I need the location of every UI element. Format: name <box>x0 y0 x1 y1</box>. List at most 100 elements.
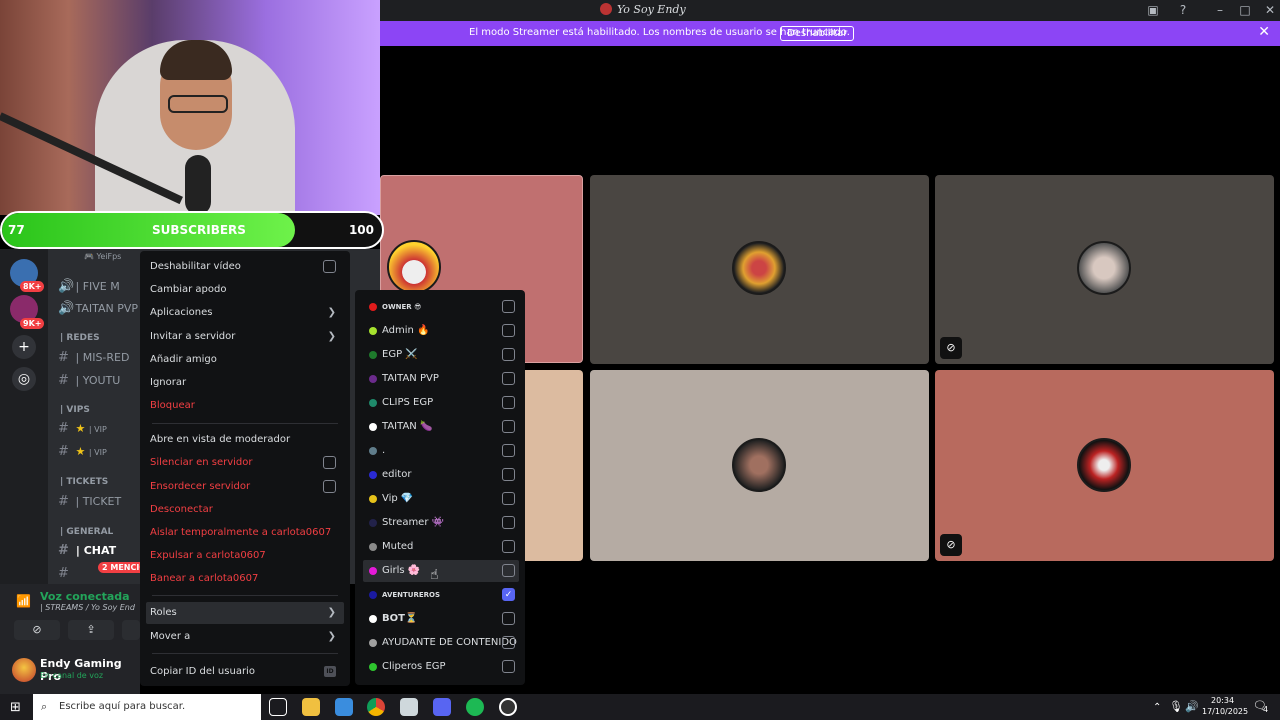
menu-item-timeout[interactable]: Aislar temporalmente a carlota0607 <box>146 522 344 544</box>
role-item[interactable]: BOT⏳ <box>363 608 519 630</box>
role-item[interactable]: CLIPS EGP <box>363 392 519 414</box>
close-banner-icon[interactable]: ✕ <box>1258 24 1270 40</box>
screen-share-button[interactable]: ⇪ <box>68 620 114 640</box>
role-color-dot <box>369 447 377 455</box>
role-checkbox[interactable] <box>502 660 515 673</box>
task-view-icon[interactable] <box>269 698 287 716</box>
avatar[interactable] <box>12 658 36 682</box>
role-checkbox[interactable] <box>502 300 515 313</box>
minimize-button[interactable]: – <box>1212 3 1228 18</box>
role-item[interactable]: AYUDANTE DE CONTENIDO <box>363 632 519 654</box>
windows-start-icon[interactable]: ⊞ <box>10 700 21 715</box>
menu-item-server-mute[interactable]: Silenciar en servidor <box>146 452 344 474</box>
clock-date[interactable]: 17/10/2025 <box>1202 707 1248 716</box>
role-item[interactable]: EGP ⚔️ <box>363 344 519 366</box>
menu-item-move-to[interactable]: Mover a ❯ <box>146 626 344 648</box>
menu-item-add-friend[interactable]: Añadir amigo <box>146 349 344 371</box>
subscriber-label: SUBSCRIBERS <box>152 223 246 237</box>
checkbox[interactable] <box>323 260 336 273</box>
role-checkbox[interactable] <box>502 564 515 577</box>
role-item[interactable]: Admin 🔥 <box>363 320 519 342</box>
chrome-icon[interactable] <box>367 698 385 716</box>
role-item[interactable]: TAITAN 🍆 <box>363 416 519 438</box>
role-checkbox-checked[interactable]: ✓ <box>502 588 515 601</box>
menu-item-ignore[interactable]: Ignorar <box>146 372 344 394</box>
stage-tile-5[interactable] <box>590 370 929 561</box>
role-checkbox[interactable] <box>502 516 515 529</box>
app-icon[interactable] <box>400 698 418 716</box>
tray-chevron-icon[interactable]: ⌃ <box>1153 702 1161 713</box>
role-item[interactable]: Vip 💎 <box>363 488 519 510</box>
role-item[interactable]: Streamer 👾 <box>363 512 519 534</box>
taskbar-search-input[interactable]: ⌕ Escribe aquí para buscar. <box>33 694 261 720</box>
role-checkbox[interactable] <box>502 612 515 625</box>
maximize-button[interactable]: □ <box>1237 3 1253 18</box>
menu-item-block[interactable]: Bloquear <box>146 395 344 417</box>
text-channel[interactable]: # ★ | VIP <box>58 444 107 459</box>
role-checkbox[interactable] <box>502 396 515 409</box>
clock-time[interactable]: 20:34 <box>1211 696 1234 705</box>
role-item[interactable]: AVENTUREROS ✓ <box>363 584 519 606</box>
role-checkbox[interactable] <box>502 324 515 337</box>
menu-item-invite[interactable]: Invitar a servidor ❯ <box>146 326 344 348</box>
camera-toggle-button[interactable]: ⊘ <box>14 620 60 640</box>
category-redes[interactable]: | REDES <box>60 333 100 343</box>
role-item[interactable]: TAITAN PVP <box>363 368 519 390</box>
role-checkbox[interactable] <box>502 636 515 649</box>
menu-item-roles[interactable]: Roles ❯ <box>146 602 344 624</box>
help-icon[interactable]: ? <box>1175 3 1191 18</box>
menu-item-ban[interactable]: Banear a carlota0607 <box>146 568 344 590</box>
role-checkbox[interactable] <box>502 372 515 385</box>
role-checkbox[interactable] <box>502 492 515 505</box>
role-checkbox[interactable] <box>502 444 515 457</box>
discord-icon[interactable] <box>433 698 451 716</box>
text-channel[interactable]: # | MIS-RED <box>58 350 129 365</box>
volume-icon[interactable]: 🔊 <box>1185 700 1199 713</box>
stage-tile-3[interactable]: ⊘ <box>935 175 1274 364</box>
category-tickets[interactable]: | TICKETS <box>60 477 108 487</box>
close-window-button[interactable]: ✕ <box>1262 3 1278 18</box>
checkbox[interactable] <box>323 456 336 469</box>
menu-separator <box>152 653 338 654</box>
checkbox[interactable] <box>323 480 336 493</box>
activities-button[interactable] <box>122 620 140 640</box>
role-item[interactable]: editor <box>363 464 519 486</box>
role-checkbox[interactable] <box>502 540 515 553</box>
spotify-icon[interactable] <box>466 698 484 716</box>
voice-channel[interactable]: 🔊 TAITAN PVP <box>58 301 138 316</box>
file-explorer-icon[interactable] <box>302 698 320 716</box>
category-vips[interactable]: | VIPS <box>60 405 90 415</box>
inbox-icon[interactable]: ▣ <box>1145 3 1161 18</box>
menu-item-server-deafen[interactable]: Ensordecer servidor <box>146 476 344 498</box>
text-channel[interactable]: # | TICKET <box>58 494 121 509</box>
role-item[interactable]: Muted <box>363 536 519 558</box>
menu-item-copy-user-id[interactable]: Copiar ID del usuario ID <box>146 661 344 683</box>
menu-item-disconnect[interactable]: Desconectar <box>146 499 344 521</box>
role-item[interactable]: . <box>363 440 519 462</box>
stage-tile-2[interactable] <box>590 175 929 364</box>
text-channel-chat[interactable]: # | CHAT <box>58 543 116 558</box>
category-general[interactable]: | GENERAL <box>60 527 113 537</box>
voice-channel[interactable]: 🔊 | FIVE M <box>58 279 120 294</box>
store-icon[interactable] <box>335 698 353 716</box>
menu-item-mod-view[interactable]: Abre en vista de moderador <box>146 429 344 451</box>
role-checkbox[interactable] <box>502 420 515 433</box>
text-channel[interactable]: # | YOUTU <box>58 373 120 388</box>
disable-streamer-mode-button[interactable]: Deshabilitar <box>780 26 855 41</box>
menu-item-change-nickname[interactable]: Cambiar apodo <box>146 279 344 301</box>
add-server-icon[interactable]: + <box>12 335 36 359</box>
role-checkbox[interactable] <box>502 348 515 361</box>
stage-tile-6[interactable]: ⊘ <box>935 370 1274 561</box>
menu-item-disable-video[interactable]: Deshabilitar vídeo <box>146 256 344 278</box>
voice-member[interactable]: 🎮 YeiFps <box>84 252 121 261</box>
text-channel[interactable]: # ★ | VIP <box>58 421 107 436</box>
obs-icon[interactable] <box>499 698 517 716</box>
menu-item-kick[interactable]: Expulsar a carlota0607 <box>146 545 344 567</box>
role-item[interactable]: Cliperos EGP <box>363 656 519 678</box>
explore-servers-icon[interactable]: ◎ <box>12 367 36 391</box>
role-checkbox[interactable] <box>502 468 515 481</box>
role-item[interactable]: OWNER 😎 <box>363 296 519 318</box>
menu-item-apps[interactable]: Aplicaciones ❯ <box>146 302 344 324</box>
microphone-icon[interactable]: 🎙 <box>1169 700 1183 713</box>
text-channel[interactable]: # <box>58 566 72 581</box>
